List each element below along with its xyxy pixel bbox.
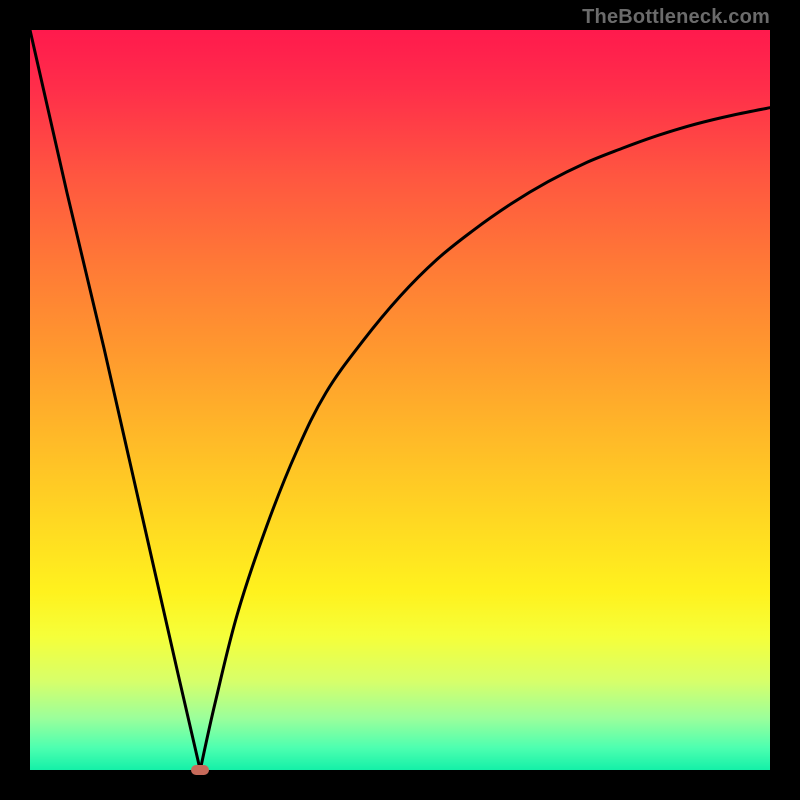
curve-svg (30, 30, 770, 770)
watermark-text: TheBottleneck.com (582, 6, 770, 29)
plot-area (30, 30, 770, 770)
curve-right-branch (200, 108, 770, 770)
chart-frame: TheBottleneck.com (0, 0, 800, 800)
curve-minimum-marker (191, 765, 209, 775)
curve-left-branch (30, 30, 200, 770)
